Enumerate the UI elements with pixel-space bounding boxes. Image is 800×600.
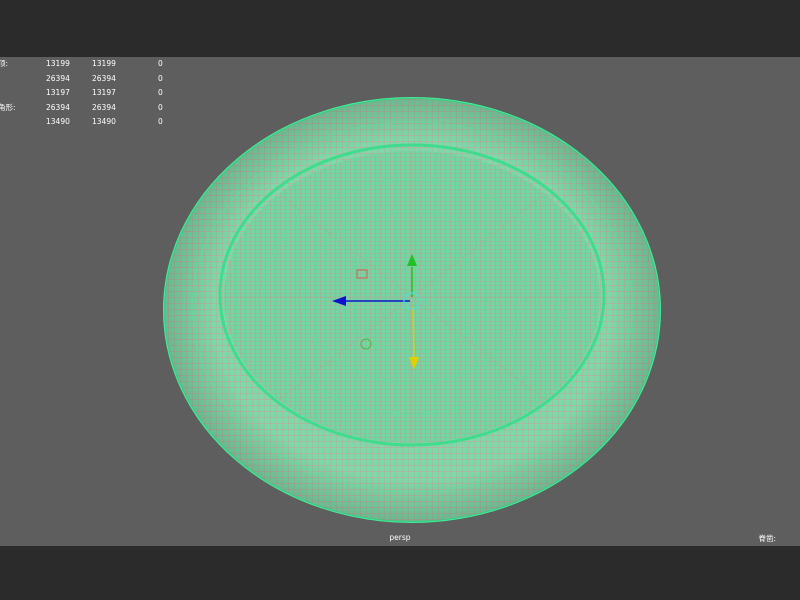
hud-label: 顶: — [0, 59, 9, 68]
3d-viewport[interactable]: 顶: 13199 13199 0 26394 26394 0 13197 131… — [0, 57, 800, 546]
hud-value: 0 — [158, 59, 163, 68]
z-axis-handle — [412, 306, 415, 358]
hud-value: 13199 — [46, 59, 70, 68]
hud-value: 26394 — [46, 73, 70, 83]
viewport-corner-label: 脊凿: — [758, 534, 776, 543]
hud-value: 0 — [158, 73, 163, 83]
hud-value: 13199 — [92, 59, 116, 68]
camera-name-label: persp — [389, 533, 411, 542]
hud-value: 26394 — [46, 102, 70, 112]
top-toolbar — [0, 0, 800, 57]
hud-value: 0 — [158, 88, 163, 97]
hud-value: 26394 — [92, 102, 116, 112]
hud-value: 13490 — [92, 117, 116, 126]
bottom-bar — [0, 546, 800, 600]
hud-value: 26394 — [92, 73, 116, 83]
hud-value: 13197 — [46, 88, 70, 97]
hud-label: 角形: — [0, 102, 16, 112]
hud-value: 13197 — [92, 88, 116, 97]
hud-label: : — [0, 115, 1, 130]
mesh-wireframe[interactable] — [0, 57, 800, 546]
hud-value: 0 — [158, 102, 163, 112]
hud-value: 0 — [158, 117, 163, 126]
hud-value: 13490 — [46, 117, 70, 126]
